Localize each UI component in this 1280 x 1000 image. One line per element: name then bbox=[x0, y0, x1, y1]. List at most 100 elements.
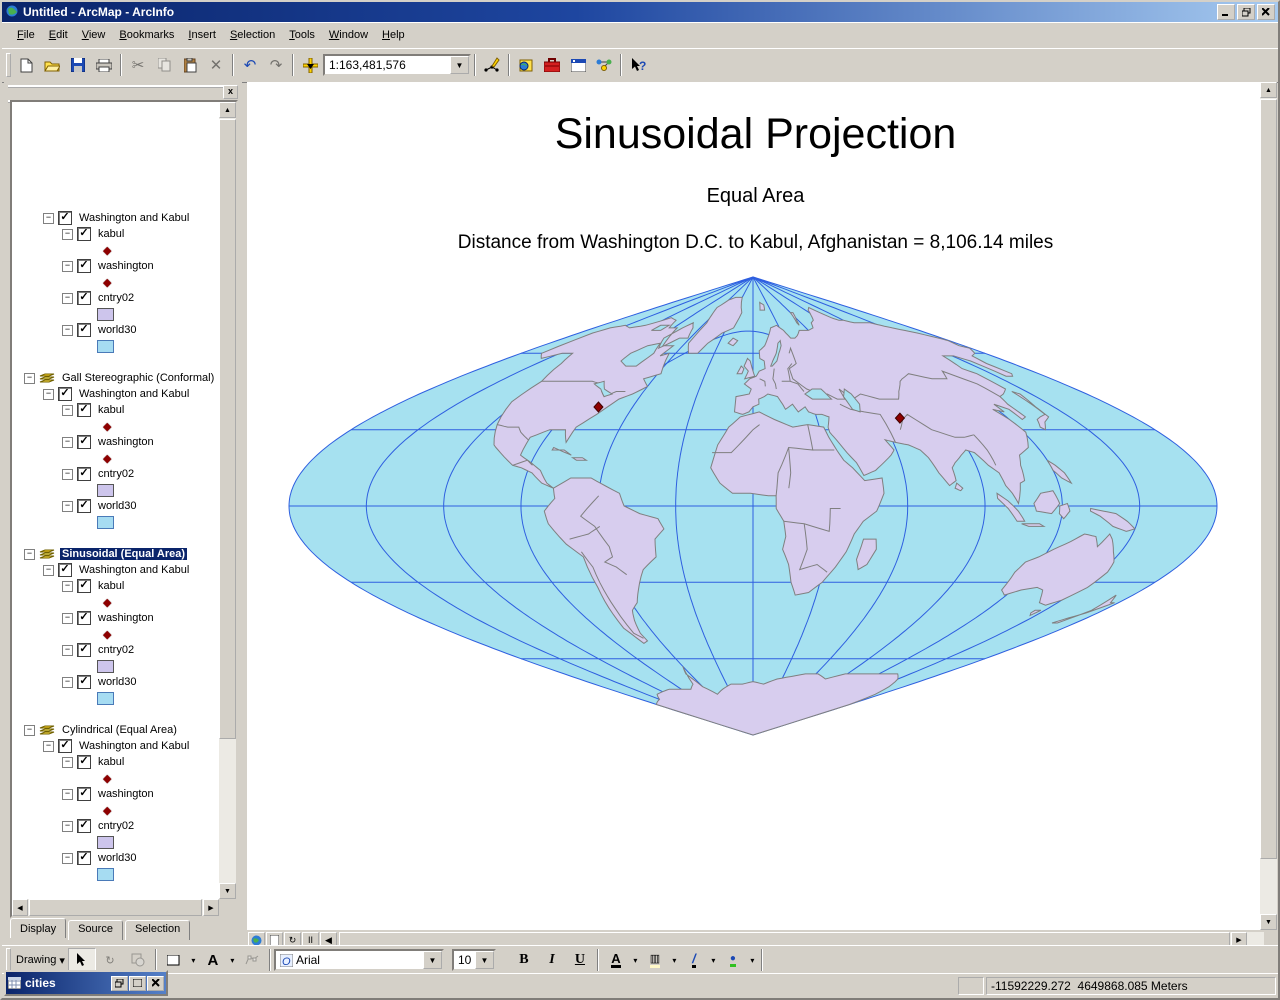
point-symbol[interactable]: ◆ bbox=[103, 244, 111, 257]
point-symbol[interactable]: ◆ bbox=[103, 628, 111, 641]
collapse-icon[interactable]: − bbox=[62, 436, 73, 448]
layer-checkbox[interactable]: ✓ bbox=[77, 819, 91, 833]
zoom-to-selected-tool[interactable] bbox=[124, 948, 152, 972]
underline-button[interactable]: U bbox=[566, 948, 594, 972]
collapse-icon[interactable]: − bbox=[62, 644, 73, 656]
layer-checkbox[interactable]: ✓ bbox=[77, 323, 91, 337]
close-button[interactable] bbox=[1257, 4, 1275, 20]
layer-label[interactable]: washington bbox=[96, 436, 156, 448]
scroll-left-icon[interactable]: ◀ bbox=[12, 899, 28, 916]
layer-label[interactable]: kabul bbox=[96, 404, 126, 416]
point-symbol[interactable]: ◆ bbox=[103, 804, 111, 817]
edit-vertices-tool[interactable] bbox=[238, 948, 266, 972]
layer-label[interactable]: cntry02 bbox=[96, 820, 136, 832]
layer-label[interactable]: cntry02 bbox=[96, 468, 136, 480]
fill-symbol[interactable] bbox=[97, 867, 114, 881]
layer-checkbox[interactable]: ✓ bbox=[77, 259, 91, 273]
collapse-icon[interactable]: − bbox=[62, 676, 73, 688]
layer-label[interactable]: kabul bbox=[96, 580, 126, 592]
layer-label[interactable]: Gall Stereographic (Conformal) bbox=[60, 372, 216, 384]
tab-source[interactable]: Source bbox=[68, 920, 123, 940]
layer-label[interactable]: Washington and Kabul bbox=[77, 212, 191, 224]
collapse-icon[interactable]: − bbox=[62, 500, 73, 512]
collapse-icon[interactable]: − bbox=[62, 756, 73, 768]
layer-label[interactable]: world30 bbox=[96, 324, 139, 336]
editor-toolbar-button[interactable] bbox=[479, 52, 505, 78]
arctoolbox-button[interactable] bbox=[539, 52, 565, 78]
data-frame-icon[interactable] bbox=[39, 548, 56, 561]
marker-color-dropdown-icon[interactable]: ▾ bbox=[747, 949, 758, 971]
collapse-icon[interactable]: − bbox=[43, 388, 54, 400]
menu-item-file[interactable]: File bbox=[10, 26, 42, 44]
font-color-button[interactable]: A bbox=[602, 948, 630, 972]
layer-label[interactable]: cntry02 bbox=[96, 292, 136, 304]
layer-checkbox[interactable]: ✓ bbox=[58, 387, 72, 401]
data-frame-icon[interactable] bbox=[39, 724, 56, 737]
fill-symbol[interactable] bbox=[97, 339, 114, 353]
layer-label[interactable]: Cylindrical (Equal Area) bbox=[60, 724, 179, 736]
collapse-icon[interactable]: − bbox=[43, 564, 54, 576]
cities-window[interactable]: cities bbox=[4, 970, 168, 996]
collapse-icon[interactable]: − bbox=[62, 820, 73, 832]
collapse-icon[interactable]: − bbox=[24, 548, 35, 560]
collapse-icon[interactable]: − bbox=[24, 372, 35, 384]
layer-checkbox[interactable]: ✓ bbox=[77, 787, 91, 801]
cities-close-button[interactable] bbox=[147, 975, 164, 991]
layer-label[interactable]: kabul bbox=[96, 756, 126, 768]
line-color-dropdown-icon[interactable]: ▾ bbox=[708, 949, 719, 971]
italic-button[interactable]: I bbox=[538, 948, 566, 972]
menu-item-window[interactable]: Window bbox=[322, 26, 375, 44]
layer-label[interactable]: world30 bbox=[96, 676, 139, 688]
map-vertical-scrollbar[interactable]: ▲ ▼ bbox=[1260, 82, 1277, 930]
collapse-icon[interactable]: − bbox=[62, 260, 73, 272]
font-dropdown-icon[interactable]: ▼ bbox=[422, 951, 442, 969]
toolbar-grip[interactable] bbox=[6, 53, 11, 77]
layer-label[interactable]: Sinusoidal (Equal Area) bbox=[60, 548, 188, 560]
layer-checkbox[interactable]: ✓ bbox=[77, 467, 91, 481]
collapse-icon[interactable]: − bbox=[62, 228, 73, 240]
tab-display[interactable]: Display bbox=[10, 918, 67, 938]
add-data-button[interactable] bbox=[297, 52, 323, 78]
new-text-tool[interactable]: A bbox=[199, 948, 227, 972]
open-document-button[interactable] bbox=[39, 52, 65, 78]
map-scale-dropdown-icon[interactable]: ▼ bbox=[450, 56, 469, 74]
menu-item-view[interactable]: View bbox=[75, 26, 113, 44]
print-button[interactable] bbox=[91, 52, 117, 78]
toc-close-button[interactable]: x bbox=[223, 85, 238, 99]
layer-label[interactable]: Washington and Kabul bbox=[77, 564, 191, 576]
layer-checkbox[interactable]: ✓ bbox=[77, 579, 91, 593]
drawing-menu-button[interactable]: Drawing ▾ bbox=[13, 948, 68, 972]
point-symbol[interactable]: ◆ bbox=[103, 276, 111, 289]
fill-color-button[interactable]: ▥ bbox=[641, 948, 669, 972]
layer-label[interactable]: Washington and Kabul bbox=[77, 740, 191, 752]
font-combo[interactable]: O Arial ▼ bbox=[273, 949, 444, 971]
collapse-icon[interactable]: − bbox=[62, 612, 73, 624]
font-color-dropdown-icon[interactable]: ▾ bbox=[630, 949, 641, 971]
collapse-icon[interactable]: − bbox=[62, 324, 73, 336]
fill-symbol[interactable] bbox=[97, 515, 114, 529]
fill-symbol[interactable] bbox=[97, 835, 114, 849]
menu-item-help[interactable]: Help bbox=[375, 26, 412, 44]
new-rectangle-tool[interactable] bbox=[160, 948, 188, 972]
scroll-right-icon[interactable]: ▶ bbox=[203, 899, 219, 916]
modelbuilder-button[interactable] bbox=[591, 52, 617, 78]
line-color-button[interactable]: / bbox=[680, 948, 708, 972]
layer-label[interactable]: Washington and Kabul bbox=[77, 388, 191, 400]
layer-label[interactable]: washington bbox=[96, 612, 156, 624]
text-tool-dropdown-icon[interactable]: ▾ bbox=[227, 949, 238, 971]
collapse-icon[interactable]: − bbox=[43, 740, 54, 752]
collapse-icon[interactable]: − bbox=[62, 852, 73, 864]
layer-label[interactable]: kabul bbox=[96, 228, 126, 240]
collapse-icon[interactable]: − bbox=[62, 788, 73, 800]
layer-checkbox[interactable]: ✓ bbox=[77, 611, 91, 625]
menu-item-bookmarks[interactable]: Bookmarks bbox=[112, 26, 181, 44]
font-size-dropdown-icon[interactable]: ▼ bbox=[474, 951, 494, 969]
minimize-button[interactable] bbox=[1217, 4, 1235, 20]
select-elements-tool[interactable] bbox=[67, 948, 96, 972]
redo-button[interactable]: ↷ bbox=[263, 52, 289, 78]
save-button[interactable] bbox=[65, 52, 91, 78]
layer-checkbox[interactable]: ✓ bbox=[77, 755, 91, 769]
toc-horizontal-scrollbar[interactable]: ◀ ▶ bbox=[12, 899, 219, 916]
layer-label[interactable]: washington bbox=[96, 260, 156, 272]
delete-button[interactable]: ✕ bbox=[203, 52, 229, 78]
